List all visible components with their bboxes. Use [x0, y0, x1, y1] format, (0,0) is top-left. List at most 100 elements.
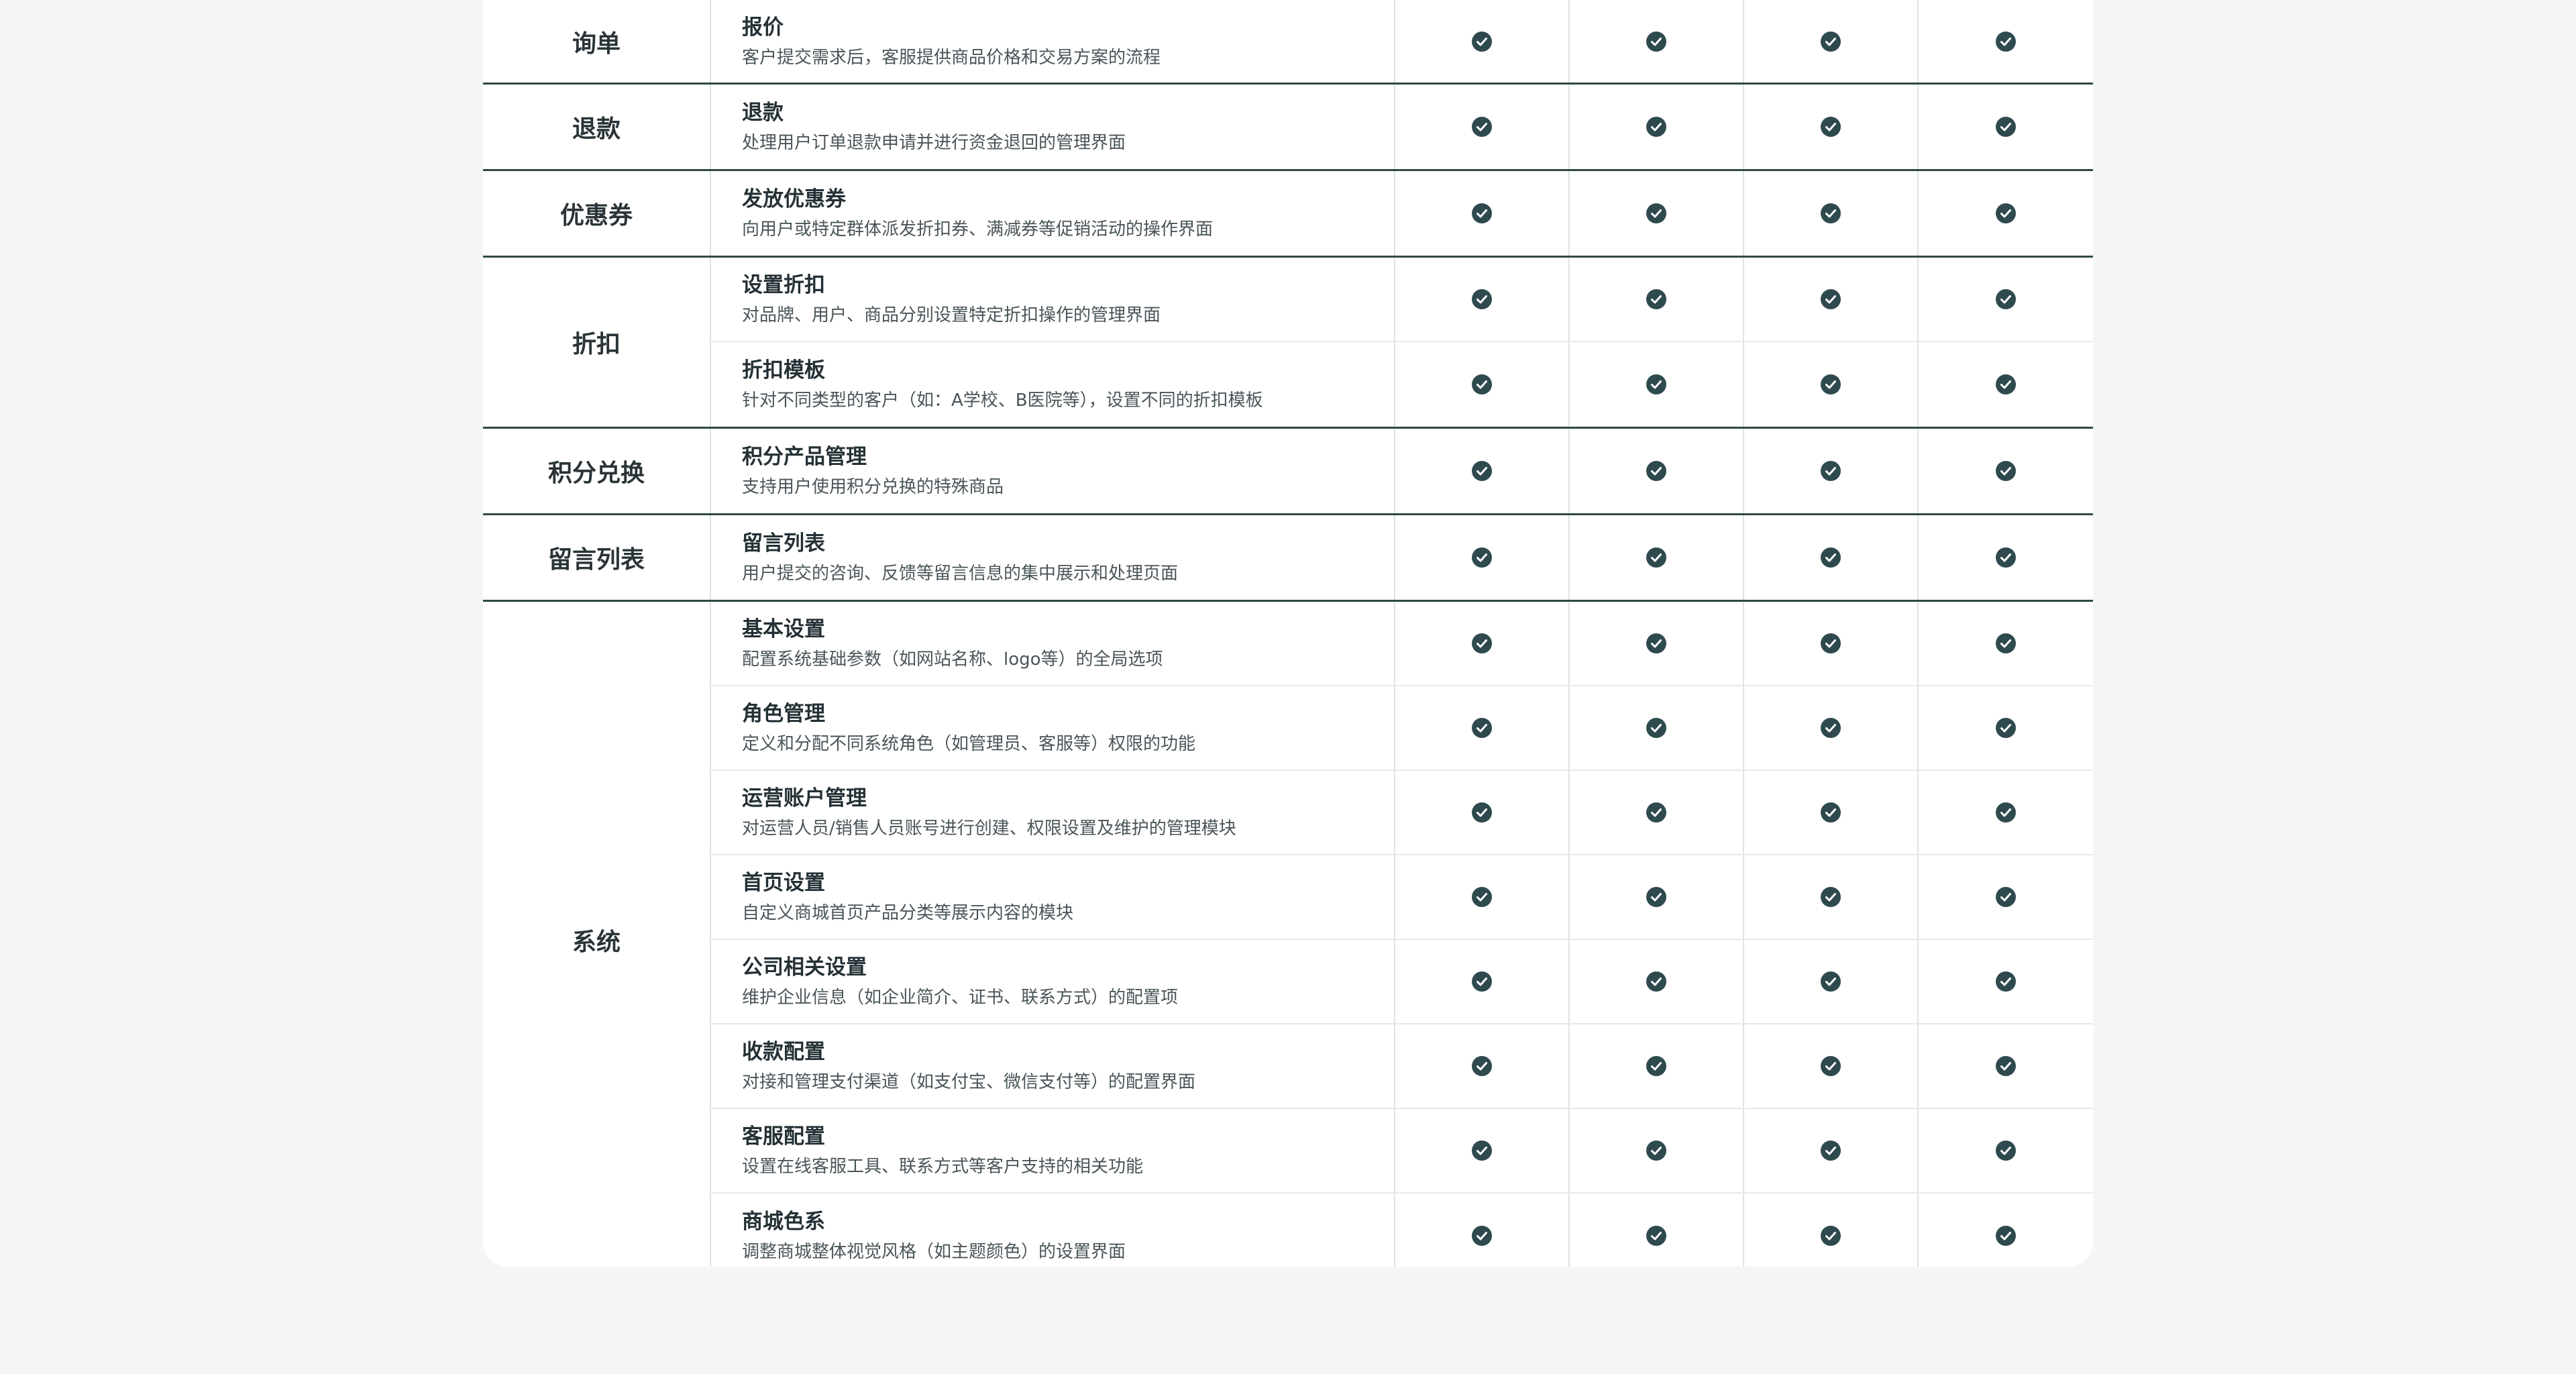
feature-description: 对品牌、用户、商品分别设置特定折扣操作的管理界面	[742, 305, 1161, 325]
category-label: 优惠券	[483, 171, 711, 256]
feature-row: 首页设置 自定义商城首页产品分类等展示内容的模块	[711, 855, 2093, 940]
plan-check-cell	[1570, 0, 1744, 83]
plan-check-cell	[1570, 429, 1744, 513]
plan-check-cell	[1744, 855, 1919, 939]
category-label: 系统	[483, 602, 711, 1267]
feature-row: 留言列表 用户提交的咨询、反馈等留言信息的集中展示和处理页面	[711, 515, 2093, 600]
plan-check-cell	[1919, 602, 2093, 685]
feature-description: 定义和分配不同系统角色（如管理员、客服等）权限的功能	[742, 734, 1196, 754]
check-circle-icon	[1646, 1140, 1667, 1161]
check-circle-icon	[1995, 288, 2017, 310]
plan-check-cell	[1570, 686, 1744, 770]
feature-title: 基本设置	[742, 617, 825, 641]
check-circle-icon	[1646, 971, 1667, 992]
plan-check-cell	[1919, 0, 2093, 83]
check-circle-icon	[1820, 116, 1841, 138]
check-circle-icon	[1471, 1225, 1493, 1247]
feature-title: 角色管理	[742, 702, 825, 726]
plan-check-cell	[1570, 1024, 1744, 1108]
plan-check-cell	[1395, 686, 1570, 770]
feature-row: 报价 客户提交需求后，客服提供商品价格和交易方案的流程	[711, 0, 2093, 83]
plan-check-cell	[1395, 1109, 1570, 1192]
feature-description: 向用户或特定群体派发折扣券、满减券等促销活动的操作界面	[742, 219, 1214, 240]
check-circle-icon	[1995, 886, 2017, 908]
feature-title: 报价	[742, 15, 784, 40]
plan-check-cell	[1919, 85, 2093, 169]
plan-check-cell	[1395, 1024, 1570, 1108]
plan-check-cell	[1570, 771, 1744, 854]
feature-rows: 退款 处理用户订单退款申请并进行资金退回的管理界面	[711, 85, 2093, 169]
feature-text-cell: 收款配置 对接和管理支付渠道（如支付宝、微信支付等）的配置界面	[711, 1024, 1395, 1108]
plan-check-cell	[1395, 1194, 1570, 1267]
plan-check-cell	[1919, 429, 2093, 513]
feature-text-cell: 客服配置 设置在线客服工具、联系方式等客户支持的相关功能	[711, 1109, 1395, 1192]
feature-rows: 积分产品管理 支持用户使用积分兑换的特殊商品	[711, 429, 2093, 513]
plan-check-cell	[1744, 1024, 1919, 1108]
feature-text-cell: 折扣模板 针对不同类型的客户（如：A学校、B医院等），设置不同的折扣模板	[711, 342, 1395, 427]
feature-description: 配置系统基础参数（如网站名称、logo等）的全局选项	[742, 649, 1163, 670]
check-circle-icon	[1820, 1055, 1841, 1077]
plan-check-cell	[1395, 602, 1570, 685]
feature-text-cell: 退款 处理用户订单退款申请并进行资金退回的管理界面	[711, 85, 1395, 169]
plan-check-cell	[1744, 171, 1919, 256]
category-label: 折扣	[483, 258, 711, 427]
plan-check-cell	[1919, 771, 2093, 854]
feature-text-cell: 运营账户管理 对运营人员/销售人员账号进行创建、权限设置及维护的管理模块	[711, 771, 1395, 854]
feature-row: 积分产品管理 支持用户使用积分兑换的特殊商品	[711, 429, 2093, 513]
check-circle-icon	[1820, 717, 1841, 739]
feature-group: 优惠券 发放优惠券向用户或特定群体派发折扣券、满减券等促销活动的操作界面	[483, 171, 2093, 258]
plan-check-cell	[1744, 0, 1919, 83]
check-circle-icon	[1471, 971, 1493, 992]
plan-check-cell	[1570, 515, 1744, 600]
feature-group: 积分兑换 积分产品管理 支持用户使用积分兑换的特殊商品	[483, 429, 2093, 515]
check-circle-icon	[1995, 116, 2017, 138]
check-circle-icon	[1646, 886, 1667, 908]
check-circle-icon	[1995, 1055, 2017, 1077]
plan-check-cell	[1744, 515, 1919, 600]
check-circle-icon	[1995, 460, 2017, 482]
plan-check-cell	[1395, 940, 1570, 1023]
category-label: 询单	[483, 0, 711, 83]
check-circle-icon	[1646, 203, 1667, 224]
plan-check-cell	[1570, 1194, 1744, 1267]
check-circle-icon	[1995, 203, 2017, 224]
plan-check-cell	[1395, 0, 1570, 83]
plan-check-cell	[1919, 1194, 2093, 1267]
check-circle-icon	[1646, 116, 1667, 138]
check-circle-icon	[1646, 460, 1667, 482]
check-circle-icon	[1471, 802, 1493, 823]
plan-check-cell	[1395, 258, 1570, 341]
check-circle-icon	[1471, 203, 1493, 224]
feature-row: 商城色系 调整商城整体视觉风格（如主题颜色）的设置界面	[711, 1194, 2093, 1267]
plan-check-cell	[1395, 85, 1570, 169]
check-circle-icon	[1646, 547, 1667, 568]
check-circle-icon	[1471, 116, 1493, 138]
feature-description: 维护企业信息（如企业简介、证书、联系方式）的配置项	[742, 988, 1179, 1008]
feature-text-cell: 首页设置 自定义商城首页产品分类等展示内容的模块	[711, 855, 1395, 939]
check-circle-icon	[1471, 31, 1493, 52]
check-circle-icon	[1995, 802, 2017, 823]
check-circle-icon	[1646, 717, 1667, 739]
plan-check-cell	[1919, 855, 2093, 939]
plan-check-cell	[1919, 940, 2093, 1023]
page: 询单 报价 客户提交需求后，客服提供商品价格和交易方案的流程退款 退款 处理用户订单退款…	[0, 0, 2576, 1374]
check-circle-icon	[1471, 886, 1493, 908]
plan-check-cell	[1744, 258, 1919, 341]
feature-description: 自定义商城首页产品分类等展示内容的模块	[742, 903, 1074, 923]
plan-check-cell	[1570, 940, 1744, 1023]
check-circle-icon	[1646, 288, 1667, 310]
feature-title: 商城色系	[742, 1210, 825, 1234]
category-label: 积分兑换	[483, 429, 711, 513]
plan-check-cell	[1744, 940, 1919, 1023]
check-circle-icon	[1820, 886, 1841, 908]
feature-title: 留言列表	[742, 531, 825, 556]
check-circle-icon	[1471, 374, 1493, 395]
check-circle-icon	[1820, 31, 1841, 52]
feature-title: 发放优惠券	[742, 187, 846, 211]
plan-check-cell	[1570, 855, 1744, 939]
feature-text-cell: 商城色系 调整商城整体视觉风格（如主题颜色）的设置界面	[711, 1194, 1395, 1267]
feature-text-cell: 积分产品管理 支持用户使用积分兑换的特殊商品	[711, 429, 1395, 513]
check-circle-icon	[1471, 1055, 1493, 1077]
feature-title: 退款	[742, 101, 784, 125]
feature-title: 公司相关设置	[742, 955, 867, 980]
